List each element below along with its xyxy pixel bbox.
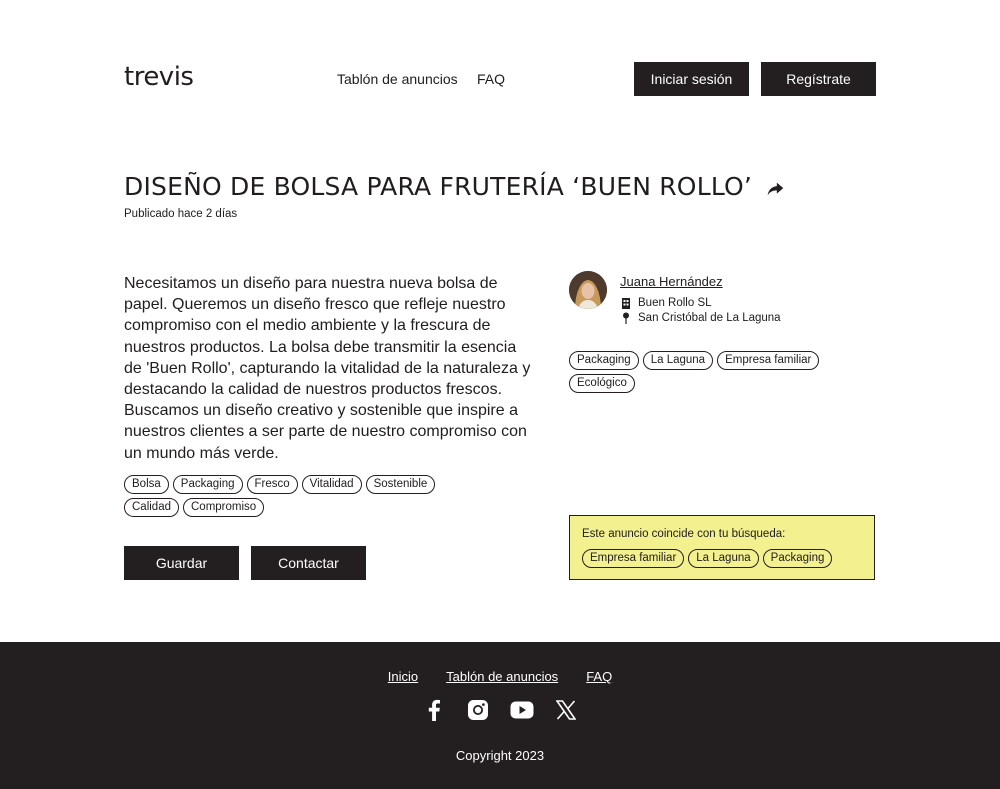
tag[interactable]: Packaging (569, 351, 639, 370)
tag[interactable]: Vitalidad (301, 475, 362, 494)
youtube-icon[interactable] (510, 698, 534, 722)
tag[interactable]: La Laguna (642, 351, 714, 370)
tag[interactable]: Packaging (762, 549, 833, 568)
tag[interactable]: Compromiso (183, 498, 265, 517)
search-match-box: Este anuncio coincide con tu búsqueda: E… (569, 515, 875, 580)
site-footer: Inicio Tablón de anuncios FAQ Copyright … (0, 642, 1000, 789)
instagram-icon[interactable] (466, 698, 490, 722)
published-date: Publicado hace 2 días (124, 208, 238, 220)
tag[interactable]: Empresa familiar (582, 549, 685, 568)
location-name: San Cristóbal de La Laguna (638, 312, 781, 324)
author-location: San Cristóbal de La Laguna (621, 312, 781, 324)
ad-description: Necesitamos un diseño para nuestra nueva… (124, 275, 531, 462)
tag[interactable]: Ecológico (569, 374, 635, 393)
logo[interactable]: trevis (124, 62, 194, 92)
save-button[interactable]: Guardar (124, 546, 239, 580)
contact-button[interactable]: Contactar (251, 546, 366, 580)
author-tags: Packaging La Laguna Empresa familiar Eco… (569, 351, 849, 393)
avatar[interactable] (569, 271, 607, 309)
footer-link-board[interactable]: Tablón de anuncios (446, 669, 558, 684)
company-name: Buen Rollo SL (638, 297, 712, 309)
nav-link-board[interactable]: Tablón de anuncios (337, 71, 458, 87)
tag[interactable]: Packaging (172, 475, 243, 494)
ad-tags: Bolsa Packaging Fresco Vitalidad Sosteni… (124, 475, 454, 517)
register-button[interactable]: Regístrate (761, 62, 876, 96)
nav-link-faq[interactable]: FAQ (477, 71, 505, 87)
tag[interactable]: Sostenible (365, 475, 436, 494)
footer-nav: Inicio Tablón de anuncios FAQ (0, 669, 1000, 684)
tag[interactable]: Bolsa (124, 475, 169, 494)
footer-link-faq[interactable]: FAQ (586, 669, 612, 684)
login-button[interactable]: Iniciar sesión (634, 62, 749, 96)
location-pin-icon (623, 312, 629, 324)
author-name[interactable]: Juana Hernández (620, 274, 723, 289)
copyright-text: Copyright 2023 (455, 748, 545, 763)
x-icon[interactable] (554, 698, 578, 722)
tag[interactable]: La Laguna (688, 549, 759, 568)
tag[interactable]: Fresco (246, 475, 298, 494)
tag[interactable]: Empresa familiar (717, 351, 820, 370)
match-tags: Empresa familiar La Laguna Packaging (582, 549, 833, 568)
tag[interactable]: Calidad (124, 498, 179, 517)
social-links (0, 698, 1000, 722)
building-icon (622, 298, 630, 309)
ad-title-row: DISEÑO DE BOLSA PARA FRUTERÍA ‘BUEN ROLL… (124, 172, 786, 201)
footer-link-home[interactable]: Inicio (388, 669, 418, 684)
page-title: DISEÑO DE BOLSA PARA FRUTERÍA ‘BUEN ROLL… (124, 172, 753, 201)
facebook-icon[interactable] (422, 698, 446, 722)
match-label: Este anuncio coincide con tu búsqueda: (582, 528, 786, 540)
site-header: trevis Tablón de anuncios FAQ Iniciar se… (0, 0, 1000, 140)
share-icon[interactable] (764, 178, 786, 200)
author-company: Buen Rollo SL (621, 297, 712, 309)
